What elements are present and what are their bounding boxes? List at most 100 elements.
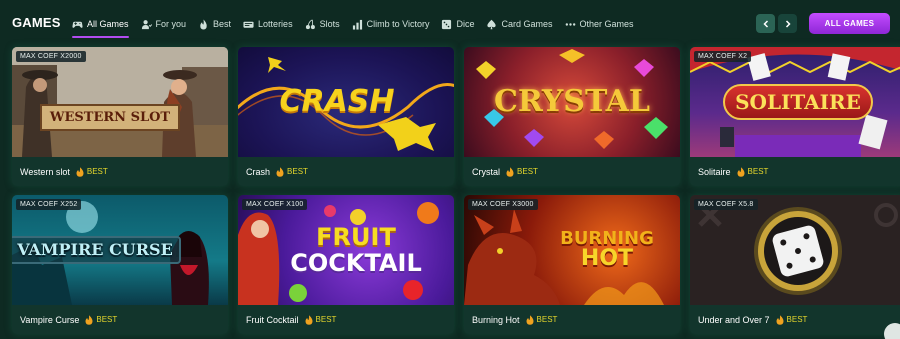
flame-icon: [526, 314, 534, 325]
game-thumbnail: CRASH: [238, 47, 454, 157]
tab-for-you[interactable]: For you: [141, 16, 187, 32]
game-card-solitaire[interactable]: SOLITAIRE MAX COEF X2 Solitaire BEST: [690, 47, 900, 186]
game-logo: VAMPIRE CURSE: [12, 236, 181, 264]
game-caption: Under and Over 7 BEST: [698, 305, 807, 334]
game-name: Solitaire: [698, 166, 731, 177]
logo-line-2: HOT: [580, 246, 634, 271]
tab-label: Climb to Victory: [366, 19, 430, 29]
game-name: Crash: [246, 166, 271, 177]
tab-label: All Games: [87, 19, 129, 29]
tab-all-games[interactable]: All Games: [72, 16, 129, 38]
dice-icon: [441, 19, 452, 30]
tab-slots[interactable]: Slots: [305, 16, 340, 32]
gamepad-icon: [72, 19, 83, 30]
spade-icon: [486, 19, 497, 30]
tab-label: Dice: [456, 19, 475, 29]
flame-icon: [305, 314, 313, 325]
person-icon: [141, 19, 152, 30]
scroll-to-top-button[interactable]: [884, 323, 900, 339]
game-name: Western slot: [20, 166, 70, 177]
tab-label: For you: [155, 19, 187, 29]
best-badge: BEST: [305, 314, 336, 325]
best-badge: BEST: [737, 166, 768, 177]
max-coef-badge: MAX COEF X3000: [468, 199, 538, 210]
game-caption: Solitaire BEST: [698, 157, 768, 186]
game-caption: Vampire Curse BEST: [20, 305, 117, 334]
game-card-burning-hot[interactable]: BURNING HOT MAX COEF X3000 Burning Hot B…: [464, 195, 680, 334]
tab-lotteries[interactable]: Lotteries: [243, 16, 293, 32]
game-logo: WESTERN SLOT: [39, 103, 181, 131]
game-thumbnail: CRYSTAL: [464, 47, 680, 157]
ticket-icon: [243, 19, 254, 30]
western-scene-art: [12, 47, 228, 157]
game-thumbnail: [690, 195, 900, 305]
game-card-western-slot[interactable]: WESTERN SLOT MAX COEF X2000 Western slot…: [12, 47, 228, 186]
game-name: Under and Over 7: [698, 314, 770, 325]
max-coef-badge: MAX COEF X5.8: [694, 199, 758, 210]
tab-best[interactable]: Best: [198, 16, 231, 32]
flame-icon: [276, 166, 284, 177]
flame-icon: [85, 314, 93, 325]
chevron-right-icon: [785, 19, 791, 28]
best-badge: BEST: [776, 314, 807, 325]
game-name: Vampire Curse: [20, 314, 80, 325]
game-name: Crystal: [472, 166, 501, 177]
dots-icon: [565, 19, 576, 30]
section-title: GAMES: [12, 15, 61, 30]
game-logo: FRUIT COCKTAIL: [290, 225, 422, 275]
best-badge: BEST: [526, 314, 557, 325]
game-logo: BURNING HOT: [560, 230, 654, 270]
best-badge: BEST: [506, 166, 538, 177]
game-card-fruit-cocktail[interactable]: FRUIT COCKTAIL MAX COEF X100 Fruit Cockt…: [238, 195, 454, 334]
game-logo: SOLITAIRE: [723, 84, 873, 120]
flame-icon: [776, 314, 784, 325]
bar-chart-icon: [352, 19, 363, 30]
game-caption: Crystal BEST: [472, 157, 538, 186]
all-games-button[interactable]: ALL GAMES: [809, 13, 890, 34]
game-thumbnail: VAMPIRE CURSE: [12, 195, 228, 305]
game-caption: Burning Hot BEST: [472, 305, 557, 334]
game-card-crystal[interactable]: CRYSTAL Crystal BEST: [464, 47, 680, 186]
game-caption: Crash BEST: [246, 157, 308, 186]
game-caption: Western slot BEST: [20, 157, 108, 186]
tab-label: Other Games: [579, 19, 634, 29]
max-coef-badge: MAX COEF X100: [242, 199, 308, 210]
flame-icon: [506, 166, 514, 177]
tab-dice[interactable]: Dice: [441, 16, 474, 32]
tab-other-games[interactable]: Other Games: [565, 16, 634, 32]
best-badge: BEST: [85, 314, 117, 325]
next-button[interactable]: [778, 14, 797, 33]
tab-label: Slots: [319, 19, 340, 29]
tab-label: Best: [213, 19, 232, 29]
game-logo: CRASH: [279, 84, 395, 119]
max-coef-badge: MAX COEF X252: [16, 199, 82, 210]
game-card-vampire-curse[interactable]: VAMPIRE CURSE MAX COEF X252 Vampire Curs…: [12, 195, 228, 334]
flame-icon: [76, 166, 84, 177]
game-name: Fruit Cocktail: [246, 314, 299, 325]
logo-line-1: FRUIT: [316, 223, 396, 251]
dice-ring-art: [698, 203, 898, 295]
game-logo: CRYSTAL: [493, 84, 651, 119]
tab-card-games[interactable]: Card Games: [486, 16, 553, 32]
tab-climb-to-victory[interactable]: Climb to Victory: [352, 16, 430, 32]
max-coef-badge: MAX COEF X2: [694, 51, 752, 62]
tab-label: Lotteries: [258, 19, 293, 29]
game-caption: Fruit Cocktail BEST: [246, 305, 336, 334]
best-badge: BEST: [76, 166, 108, 177]
game-card-under-and-over-7[interactable]: MAX COEF X5.8 Under and Over 7 BEST: [690, 195, 900, 334]
flame-icon: [198, 18, 209, 30]
games-header: GAMES All Games For you Best Lotteries S…: [0, 0, 900, 44]
tab-label: Card Games: [501, 19, 553, 29]
cherries-icon: [305, 19, 316, 30]
game-thumbnail: SOLITAIRE: [690, 47, 900, 157]
game-thumbnail: FRUIT COCKTAIL: [238, 195, 454, 305]
logo-line-2: COCKTAIL: [290, 249, 422, 277]
best-badge: BEST: [276, 166, 308, 177]
game-card-crash[interactable]: CRASH Crash BEST: [238, 47, 454, 186]
flame-icon: [737, 166, 745, 177]
max-coef-badge: MAX COEF X2000: [16, 51, 86, 62]
game-thumbnail: WESTERN SLOT: [12, 47, 228, 157]
game-name: Burning Hot: [472, 314, 520, 325]
category-tabs: All Games For you Best Lotteries Slots C…: [72, 16, 646, 38]
prev-button[interactable]: [756, 14, 775, 33]
